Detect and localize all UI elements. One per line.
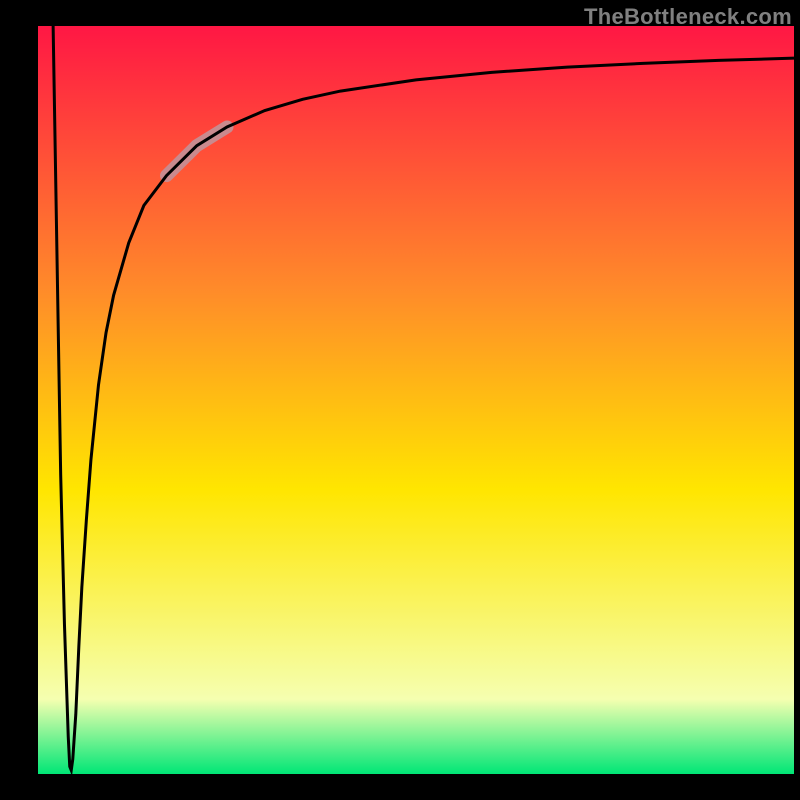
chart-frame: TheBottleneck.com bbox=[0, 0, 800, 800]
gradient-background bbox=[38, 26, 794, 774]
plot-svg bbox=[38, 26, 794, 774]
plot-area bbox=[38, 26, 794, 774]
watermark-text: TheBottleneck.com bbox=[584, 4, 792, 30]
